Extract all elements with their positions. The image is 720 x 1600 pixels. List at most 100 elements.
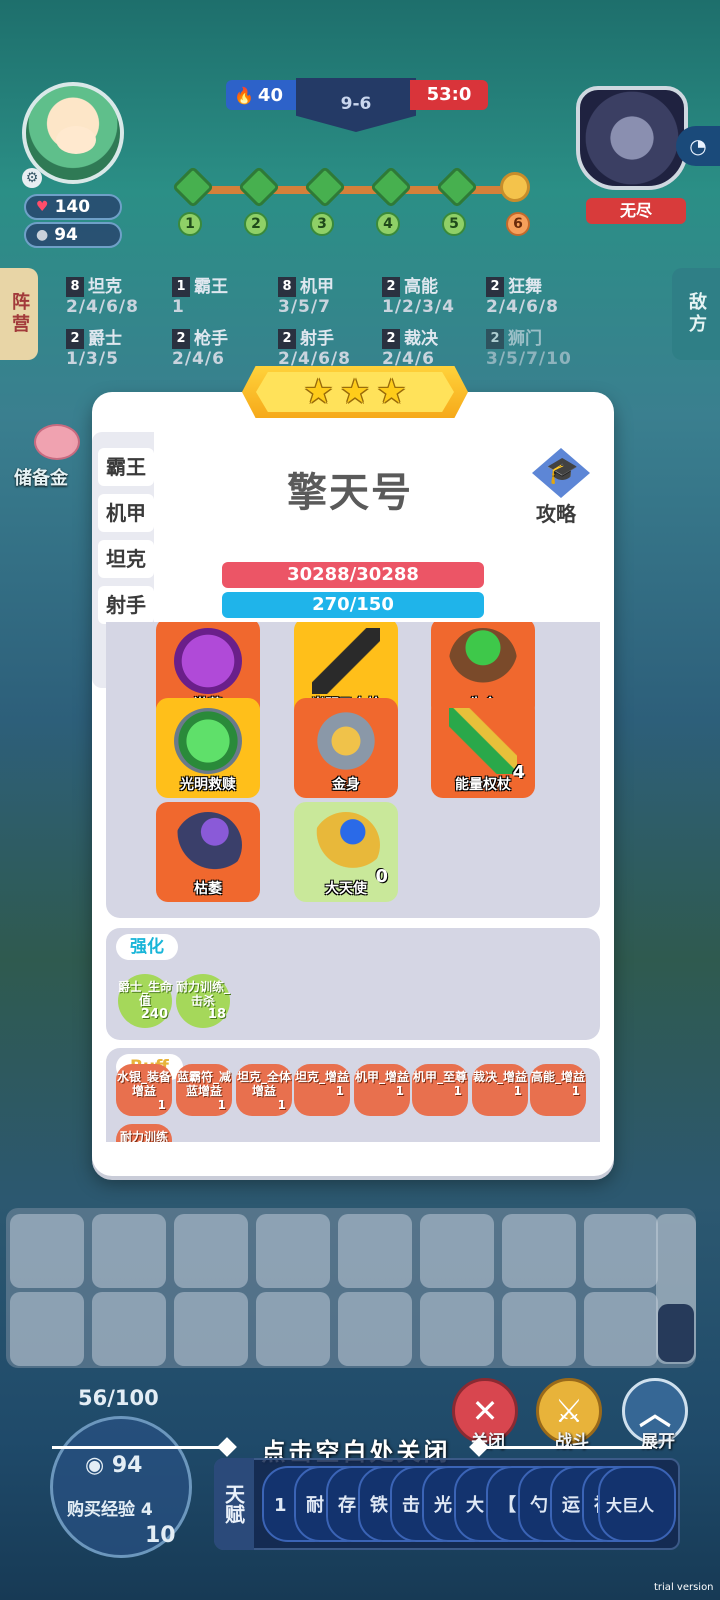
item-label: 枯萎	[194, 881, 222, 897]
guide-button[interactable]: 攻略	[526, 448, 598, 526]
buff-label: 机甲_至尊	[412, 1070, 467, 1084]
unit-name: 擎天号	[287, 470, 413, 516]
enhance-label: 耐力训练_击杀	[176, 980, 231, 1008]
tab-enemy[interactable]: 敌方	[672, 268, 720, 360]
buff-badge[interactable]: 耐力训练	[116, 1124, 172, 1142]
tab-lineup[interactable]: 阵营	[0, 268, 38, 360]
player-coins-value: 94	[54, 225, 78, 245]
buff-label: 坦克_全体增益	[236, 1070, 291, 1098]
bench-slot[interactable]	[338, 1214, 412, 1288]
mana-bar: 270/150	[222, 592, 484, 618]
round-number: 1	[178, 212, 202, 236]
buff-badge[interactable]: 蓝霸符_减蓝增益 1	[176, 1064, 232, 1116]
buff-value: 1	[453, 1084, 462, 1098]
chat-bubble-icon[interactable]: ◔	[676, 126, 720, 166]
score-left-value: 40	[257, 84, 283, 106]
enhance-badge[interactable]: 爵士_生命值 240	[118, 974, 172, 1028]
bench-slot[interactable]	[174, 1292, 248, 1366]
synergy-item: 8 坦克 2/4/6/8	[66, 272, 174, 317]
synergy-levels: 3/5/7	[278, 297, 331, 317]
item-card[interactable]: 金身	[294, 698, 398, 798]
guide-label: 攻略	[536, 502, 576, 526]
synergy-count: 2	[278, 329, 296, 349]
synergy-item: 2 射手 2/4/6/8	[278, 324, 386, 369]
synergy-count: 2	[172, 329, 190, 349]
bench-slot[interactable]	[174, 1214, 248, 1288]
star-rating-inner: ★ ★ ★	[256, 372, 454, 412]
round-number: 2	[244, 212, 268, 236]
round-node	[369, 165, 413, 209]
item-card[interactable]: 0 大天使	[294, 802, 398, 902]
synergy-count: 2	[486, 277, 504, 297]
synergy-levels: 1/2/3/4	[382, 297, 455, 317]
enhance-badge[interactable]: 耐力训练_击杀 18	[176, 974, 230, 1028]
enhance-value: 18	[207, 1007, 226, 1022]
item-card[interactable]: 4 能量权杖	[431, 698, 535, 798]
round-node	[171, 165, 215, 209]
trait-tab[interactable]: 坦克	[98, 540, 154, 578]
bench-slot[interactable]	[584, 1214, 658, 1288]
buff-badge[interactable]: 裁决_增益 1	[472, 1064, 528, 1116]
tree-icon	[449, 628, 517, 694]
buff-value: 1	[571, 1084, 580, 1098]
synergy-count: 2	[66, 329, 84, 349]
expand-button[interactable]: ︿ 展开	[622, 1378, 688, 1452]
trait-tab[interactable]: 机甲	[98, 494, 154, 532]
synergy-name: 爵士	[88, 329, 122, 349]
equipment-panel[interactable]: 激荡 光明吸血枪 生命 光明救赎 金身 4 能量权杖 枯萎 0 大天使	[106, 622, 600, 918]
synergy-item: 2 裁决 2/4/6	[382, 324, 490, 369]
bench-slot[interactable]	[10, 1292, 84, 1366]
bench-slot[interactable]	[92, 1214, 166, 1288]
item-card[interactable]: 枯萎	[156, 802, 260, 902]
synergy-count: 8	[278, 277, 296, 297]
round-number: 4	[376, 212, 400, 236]
buff-badge[interactable]: 坦克_全体增益 1	[236, 1064, 292, 1116]
enhance-value: 240	[140, 1007, 168, 1022]
bench-slot[interactable]	[502, 1214, 576, 1288]
buff-value: 1	[157, 1098, 166, 1112]
gear-icon[interactable]: ⚙	[22, 168, 42, 188]
buff-value: 1	[513, 1084, 522, 1098]
synergy-count: 2	[486, 329, 504, 349]
synergy-count: 2	[382, 277, 400, 297]
bench-slot[interactable]	[420, 1292, 494, 1366]
crossed-swords-icon: ⚔	[554, 1392, 584, 1430]
synergy-item: 2 狮门 3/5/7/10	[486, 324, 594, 369]
buff-badge[interactable]: 机甲_至尊 1	[412, 1064, 468, 1116]
bench-slot[interactable]	[256, 1292, 330, 1366]
bench-slot[interactable]	[338, 1292, 412, 1366]
buff-value: 1	[395, 1084, 404, 1098]
bench-slot[interactable]	[420, 1214, 494, 1288]
bench-slot[interactable]	[92, 1292, 166, 1366]
synergy-levels: 2/4/6/8	[66, 297, 139, 317]
dark-staff-icon	[174, 812, 242, 878]
heart-icon: ♥	[36, 199, 49, 215]
trait-tab[interactable]: 霸王	[98, 448, 154, 486]
buff-label: 坦克_增益	[294, 1070, 349, 1084]
bench-slot[interactable]	[584, 1292, 658, 1366]
bench-scroll-thumb[interactable]	[658, 1304, 694, 1362]
score-left: 🔥 40	[226, 80, 302, 110]
talent-tab[interactable]: 天赋	[214, 1458, 254, 1550]
buff-label: 水银_装备增益	[116, 1070, 171, 1098]
trait-tab[interactable]: 射手	[98, 586, 154, 624]
buff-badge[interactable]: 机甲_增益 1	[354, 1064, 410, 1116]
item-card[interactable]: 光明救赎	[156, 698, 260, 798]
synergy-name: 霸王	[194, 277, 228, 297]
buy-exp-button[interactable]: ◉ 94 购买经验 4 10	[50, 1416, 192, 1558]
reserve-gold[interactable]: 储备金	[14, 424, 90, 494]
buff-badge[interactable]: 坦克_增益 1	[294, 1064, 350, 1116]
bench-slot[interactable]	[502, 1292, 576, 1366]
synergy-count: 8	[66, 277, 84, 297]
talent-card[interactable]: 大巨人	[598, 1466, 676, 1542]
bench-slot[interactable]	[256, 1214, 330, 1288]
star-icon: ★	[303, 372, 334, 412]
fight-button[interactable]: ⚔ 战斗	[536, 1378, 602, 1452]
buff-label: 蓝霸符_减蓝增益	[176, 1070, 231, 1098]
piggy-bank-icon	[34, 424, 80, 460]
enemy-avatar[interactable]: 无尽	[576, 86, 688, 224]
bench-slot[interactable]	[10, 1214, 84, 1288]
purple-orb-icon	[174, 628, 242, 694]
buff-badge[interactable]: 高能_增益 1	[530, 1064, 586, 1116]
buff-badge[interactable]: 水银_装备增益 1	[116, 1064, 172, 1116]
